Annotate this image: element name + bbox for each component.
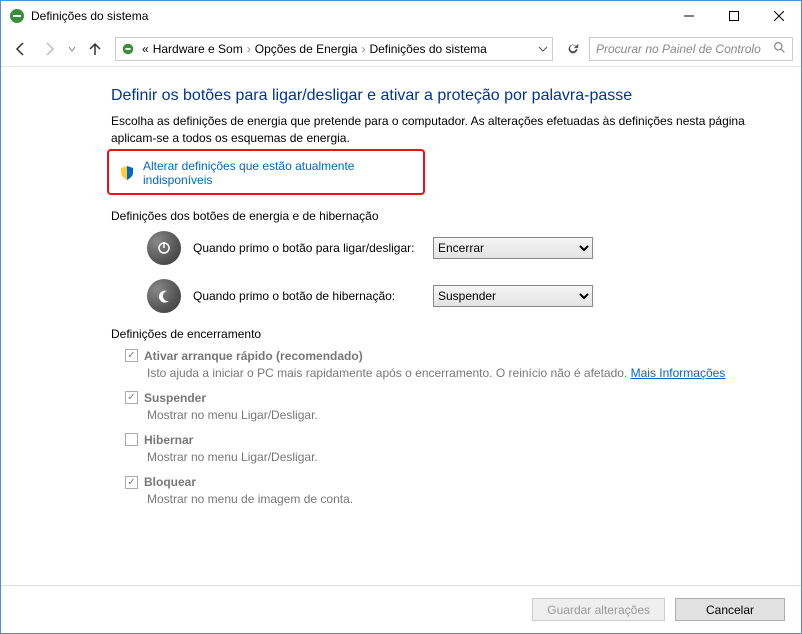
highlighted-unlock-area: Alterar definições que estão atualmente …: [107, 149, 425, 195]
address-dropdown-icon[interactable]: [538, 44, 548, 54]
unlock-settings-link[interactable]: Alterar definições que estão atualmente …: [143, 159, 413, 187]
cancel-button[interactable]: Cancelar: [675, 598, 785, 621]
window-title: Definições do sistema: [31, 9, 148, 23]
section-buttons-label: Definições dos botões de energia e de hi…: [111, 209, 747, 223]
sleep-button-row: Quando primo o botão de hibernação: Susp…: [147, 279, 747, 313]
chevron-right-icon: ›: [361, 42, 365, 56]
minimize-button[interactable]: [666, 1, 711, 31]
more-info-link[interactable]: Mais Informações: [631, 366, 726, 380]
shutdown-item-hibernate: Hibernar Mostrar no menu Ligar/Desligar.: [125, 433, 747, 465]
shutdown-item-fast-startup: ✓ Ativar arranque rápido (recomendado) I…: [125, 349, 747, 381]
power-button-select[interactable]: Encerrar: [433, 237, 593, 259]
history-dropdown[interactable]: [65, 45, 79, 53]
shutdown-item-suspend: ✓ Suspender Mostrar no menu Ligar/Deslig…: [125, 391, 747, 423]
sleep-button-select[interactable]: Suspender: [433, 285, 593, 307]
shutdown-item-desc: Mostrar no menu Ligar/Desligar.: [147, 449, 747, 465]
power-icon: [147, 231, 181, 265]
section-shutdown-label: Definições de encerramento: [111, 327, 747, 341]
back-button[interactable]: [9, 37, 33, 61]
search-placeholder: Procurar no Painel de Controlo: [596, 42, 769, 56]
shutdown-item-title: Ativar arranque rápido (recomendado): [144, 349, 363, 363]
sleep-icon: [147, 279, 181, 313]
shutdown-item-title: Hibernar: [144, 433, 193, 447]
checkbox-suspend[interactable]: ✓: [125, 391, 138, 404]
app-icon: [9, 8, 25, 24]
power-button-row: Quando primo o botão para ligar/desligar…: [147, 231, 747, 265]
chevron-right-icon: ›: [247, 42, 251, 56]
titlebar: Definições do sistema: [1, 1, 801, 31]
content-area: Definir os botões para ligar/desligar e …: [1, 67, 801, 585]
up-button[interactable]: [83, 37, 107, 61]
close-button[interactable]: [756, 1, 801, 31]
breadcrumb-item[interactable]: Hardware e Som: [153, 42, 243, 56]
address-bar[interactable]: « Hardware e Som › Opções de Energia › D…: [115, 37, 553, 61]
checkbox-hibernate[interactable]: [125, 433, 138, 446]
checkbox-fast-startup[interactable]: ✓: [125, 349, 138, 362]
breadcrumb-item[interactable]: Opções de Energia: [255, 42, 358, 56]
checkbox-lock[interactable]: ✓: [125, 476, 138, 489]
sleep-button-label: Quando primo o botão de hibernação:: [193, 289, 421, 303]
shutdown-settings-list: ✓ Ativar arranque rápido (recomendado) I…: [125, 349, 747, 508]
forward-button[interactable]: [37, 37, 61, 61]
shutdown-item-title: Suspender: [144, 391, 206, 405]
footer: Guardar alterações Cancelar: [1, 585, 801, 633]
breadcrumb: « Hardware e Som › Opções de Energia › D…: [142, 42, 487, 56]
shutdown-item-desc: Mostrar no menu de imagem de conta.: [147, 491, 747, 507]
save-button[interactable]: Guardar alterações: [532, 598, 665, 621]
maximize-button[interactable]: [711, 1, 756, 31]
search-box[interactable]: Procurar no Painel de Controlo: [589, 37, 793, 61]
refresh-button[interactable]: [561, 37, 585, 61]
shutdown-item-desc: Mostrar no menu Ligar/Desligar.: [147, 407, 747, 423]
page-intro: Escolha as definições de energia que pre…: [111, 113, 747, 147]
control-panel-icon: [120, 41, 136, 57]
navbar: « Hardware e Som › Opções de Energia › D…: [1, 31, 801, 67]
shield-icon: [119, 165, 135, 181]
power-button-label: Quando primo o botão para ligar/desligar…: [193, 241, 421, 255]
search-icon: [773, 41, 786, 57]
shutdown-item-desc: Isto ajuda a iniciar o PC mais rapidamen…: [147, 366, 631, 380]
page-heading: Definir os botões para ligar/desligar e …: [111, 87, 747, 105]
shutdown-item-title: Bloquear: [144, 475, 196, 489]
breadcrumb-prefix: «: [142, 42, 149, 56]
breadcrumb-item[interactable]: Definições do sistema: [369, 42, 486, 56]
shutdown-item-lock: ✓ Bloquear Mostrar no menu de imagem de …: [125, 475, 747, 507]
